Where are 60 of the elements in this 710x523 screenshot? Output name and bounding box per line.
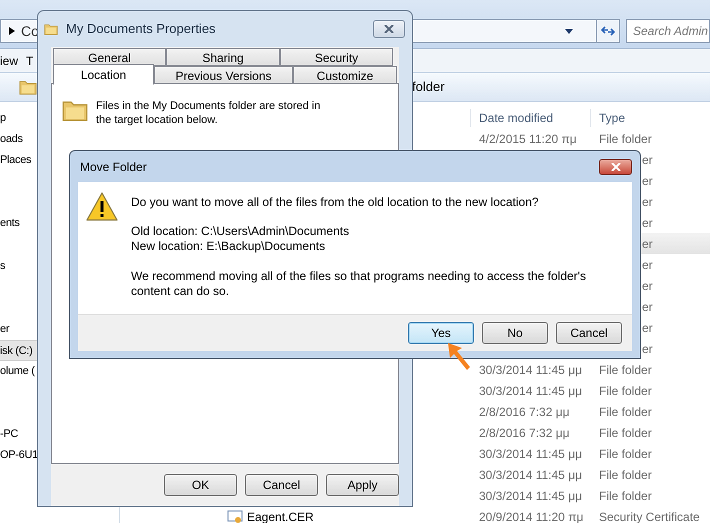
close-icon [610, 162, 620, 170]
tab[interactable]: Sharing [166, 48, 280, 66]
file-name: Eagent.CER [247, 508, 314, 523]
date-cell-text: 4/2/2015 11:20 πμ [478, 130, 578, 148]
close-icon [384, 25, 394, 33]
close-button[interactable] [599, 158, 632, 174]
dialog-button[interactable]: No [482, 322, 548, 344]
type-cell-text: er [642, 236, 653, 252]
question-text: Do you want to move all of the files from the old location to the new location? [131, 195, 540, 210]
type-cell-text: File folder [598, 382, 652, 400]
close-button[interactable] [373, 20, 405, 38]
type-cell-text: File folder [598, 404, 652, 420]
type-cell-text: File folder [598, 130, 652, 148]
type-cell-text: er [642, 298, 653, 316]
type-cell-text: File folder [598, 362, 652, 378]
type-cell-text: File folder [598, 424, 652, 442]
menu-item[interactable]: T [26, 52, 34, 70]
refresh-icon [601, 25, 615, 37]
tab[interactable]: Previous Versions [154, 66, 293, 84]
date-cell-text: 30/3/2014 11:45 μμ [478, 446, 584, 462]
recommendation-text: We recommend moving all of the files so that programs needing to access the folder's content can do so. [131, 269, 587, 299]
tab[interactable]: Customize [293, 66, 397, 84]
date-cell-text: 30/3/2014 11:45 μμ [478, 466, 584, 484]
date-cell-text: 30/3/2014 11:45 μμ [478, 362, 584, 378]
menu-item[interactable]: iew [0, 52, 18, 70]
tab[interactable]: Location [53, 64, 154, 85]
toolbar-button[interactable]: folder [412, 77, 445, 97]
date-cell-text: 30/3/2014 11:45 μμ [478, 382, 584, 400]
date-cell-text: 2/8/2016 7:32 μμ [478, 424, 571, 442]
type-cell-text: er [642, 256, 653, 274]
new-location-text: New location: E:\Backup\Documents [131, 239, 326, 254]
date-cell-text: 2/8/2016 7:32 μμ [478, 404, 571, 420]
type-cell-text: File folder [598, 446, 652, 462]
dialog-button[interactable]: Cancel [556, 322, 622, 344]
old-location-text: Old location: C:\Users\Admin\Documents [131, 224, 350, 239]
date-cell-text: 30/3/2014 11:45 μμ [478, 488, 584, 504]
window-title: My Documents Properties [66, 20, 216, 38]
description-text: Files in the My Documents folder are stored in the target location below. [96, 99, 322, 127]
warning-icon [86, 192, 118, 221]
type-cell-text: File folder [598, 466, 652, 484]
tab[interactable]: General [53, 48, 166, 66]
type-cell-text: er [642, 172, 653, 190]
type-cell-text: Security Certificate [598, 508, 700, 523]
folder-icon [19, 78, 37, 96]
breadcrumb-arrow-icon [9, 27, 15, 35]
dialog-button[interactable]: Cancel [245, 474, 318, 496]
window-title: Move Folder [80, 158, 147, 176]
type-cell-text: File folder [598, 488, 652, 504]
refresh-button[interactable] [596, 19, 620, 43]
type-cell-text: er [642, 340, 653, 358]
search-field[interactable]: Search Admin [626, 19, 710, 43]
tab[interactable]: Security [280, 48, 393, 66]
dialog-button[interactable]: Apply [326, 474, 399, 496]
dropdown-caret-icon [565, 28, 573, 34]
column-header[interactable]: Date modified [470, 109, 590, 127]
dialog-button[interactable]: OK [164, 474, 237, 496]
date-cell-text: 20/9/2014 11:20 πμ [478, 508, 584, 523]
dialog-button[interactable]: Yes [408, 322, 474, 344]
file-row[interactable]: Eagent.CER 20/9/2014 11:20 πμ Security Certificate [120, 506, 710, 523]
column-header[interactable]: Type [590, 109, 702, 127]
